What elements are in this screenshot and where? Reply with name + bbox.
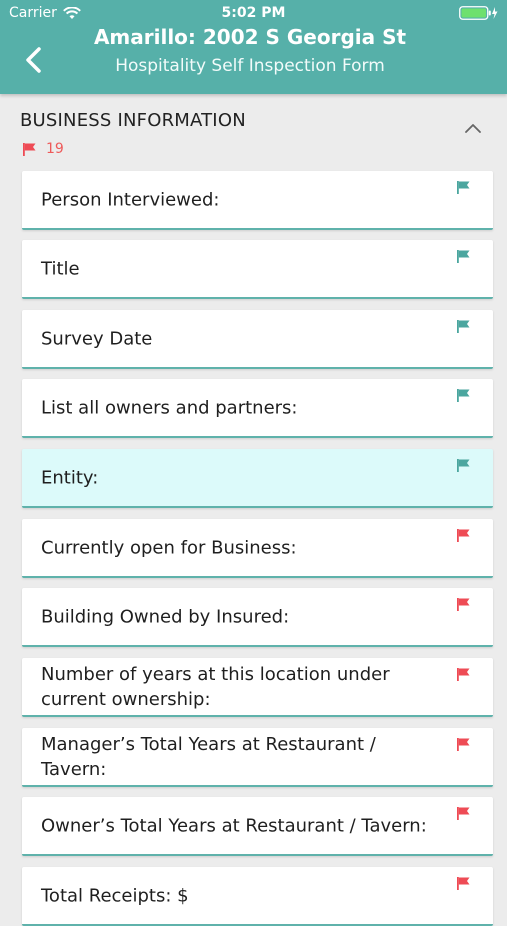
flag-icon <box>457 320 470 333</box>
flag-icon <box>457 389 470 402</box>
question-label: Currently open for Business: <box>41 537 297 558</box>
flag-icon <box>457 598 470 611</box>
status-bar: Carrier 5:02 PM <box>0 0 507 26</box>
page-subtitle: Hospitality Self Inspection Form <box>115 56 385 76</box>
question-label: Title <box>41 258 80 279</box>
question-card[interactable]: Total Receipts: $ <box>22 867 493 926</box>
question-label: Owner’s Total Years at Restaurant / Tave… <box>41 815 427 836</box>
section-flag-count: 19 <box>22 141 64 157</box>
collapse-button[interactable] <box>462 120 484 136</box>
question-label: Number of years at this location under c… <box>41 663 390 710</box>
question-card[interactable]: Person Interviewed: <box>22 171 493 230</box>
page-title: Amarillo: 2002 S Georgia St <box>93 25 407 49</box>
flag-icon <box>23 142 36 156</box>
question-card[interactable]: Owner’s Total Years at Restaurant / Tave… <box>22 797 493 856</box>
flag-icon <box>457 738 470 751</box>
flag-icon <box>457 807 470 820</box>
flag-icon <box>457 529 470 542</box>
back-button[interactable] <box>18 44 50 76</box>
question-card[interactable]: List all owners and partners: <box>22 379 493 438</box>
section-title: BUSINESS INFORMATION <box>20 110 246 131</box>
question-card[interactable]: Number of years at this location under c… <box>22 658 493 717</box>
flag-icon <box>457 250 470 263</box>
section-header[interactable]: BUSINESS INFORMATION 19 <box>0 94 507 164</box>
section-count-value: 19 <box>46 141 64 157</box>
question-card[interactable]: Manager’s Total Years at Restaurant / Ta… <box>22 728 493 787</box>
question-label: List all owners and partners: <box>41 397 298 418</box>
flag-icon <box>457 877 470 890</box>
question-card[interactable]: Title <box>22 240 493 299</box>
question-label: Building Owned by Insured: <box>41 606 290 627</box>
question-card[interactable]: Building Owned by Insured: <box>22 588 493 647</box>
question-card[interactable]: Currently open for Business: <box>22 519 493 578</box>
flag-icon <box>457 459 470 472</box>
battery-icon <box>459 6 499 20</box>
question-card[interactable]: Entity: <box>22 449 493 508</box>
question-label: Manager’s Total Years at Restaurant / Ta… <box>41 733 376 780</box>
flag-icon <box>457 668 470 681</box>
flag-icon <box>457 181 470 194</box>
question-card[interactable]: Survey Date <box>22 310 493 369</box>
nav-header: Carrier 5:02 PM Amarillo: 2002 S Georgia… <box>0 0 507 94</box>
question-label: Survey Date <box>41 328 153 349</box>
question-label: Total Receipts: $ <box>41 885 189 906</box>
chevron-left-icon <box>26 47 41 73</box>
chevron-up-icon <box>465 124 481 133</box>
question-label: Entity: <box>41 467 99 488</box>
question-label: Person Interviewed: <box>41 189 220 210</box>
status-time: 5:02 PM <box>221 5 286 21</box>
